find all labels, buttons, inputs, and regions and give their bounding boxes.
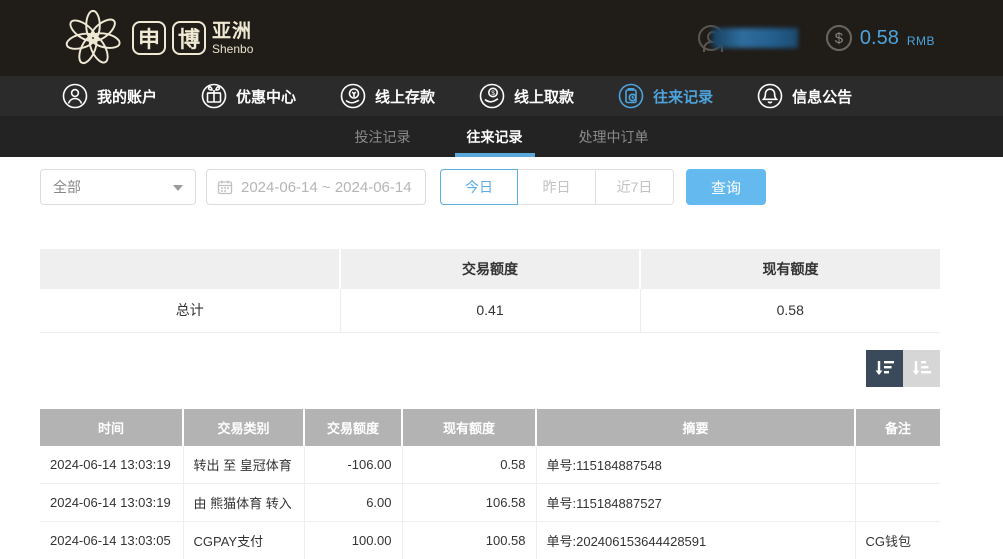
quick-btn-yesterday[interactable]: 昨日 (518, 169, 596, 205)
col-header-time: 时间 (40, 409, 183, 446)
summary-header-empty (40, 249, 340, 289)
user-icon (62, 83, 88, 109)
cell-transaction-amount: -106.00 (304, 446, 402, 484)
cell-current-amount: 0.58 (402, 446, 536, 484)
filter-row: 全部 2024-06-14 ~ 2024-06-14 今日 昨日 近7日 查询 (40, 169, 1003, 205)
cell-type: 转出 至 皇冠体育 (183, 446, 304, 484)
nav-label: 线上取款 (514, 86, 574, 107)
nav-label: 往来记录 (653, 86, 713, 107)
cell-note: CG钱包 (855, 522, 940, 559)
site-header: 申 博 亚洲 Shenbo $ 0.58 RMB (0, 0, 1003, 76)
nav-item-announcements[interactable]: 信息公告 (757, 83, 852, 109)
sort-controls (40, 350, 940, 387)
col-header-type: 交易类别 (183, 409, 304, 446)
balance-amount: 0.58 (860, 27, 899, 50)
quick-btn-today[interactable]: 今日 (440, 169, 518, 205)
summary-table: 交易额度 现有额度 总计 0.41 0.58 (40, 249, 940, 333)
nav-label: 线上存款 (375, 86, 435, 107)
summary-transaction-amount: 0.41 (340, 289, 640, 332)
sort-ascending-icon (910, 357, 933, 380)
nav-item-promotions[interactable]: 优惠中心 (201, 83, 296, 109)
username-redacted (712, 28, 798, 48)
logo-char-shen: 申 (132, 21, 166, 55)
summary-header-transaction: 交易额度 (340, 249, 640, 289)
tab-transaction-records[interactable]: 往来记录 (453, 116, 537, 157)
tab-betting-records[interactable]: 投注记录 (341, 116, 425, 157)
sub-nav: 投注记录 往来记录 处理中订单 (0, 116, 1003, 157)
cell-time: 2024-06-14 13:03:19 (40, 446, 183, 484)
summary-total-row: 总计 0.41 0.58 (40, 289, 940, 332)
nav-label: 信息公告 (792, 86, 852, 107)
dollar-coin-icon: $ (826, 25, 852, 51)
nav-label: 我的账户 (97, 86, 157, 107)
main-nav: 我的账户 优惠中心 线上存款 $ 线上取款 往来记录 信息公告 (0, 76, 1003, 116)
deposit-coin-icon (340, 83, 366, 109)
balance-display: $ 0.58 RMB (826, 25, 935, 51)
table-row: 2024-06-14 13:03:05 CGPAY支付 100.00 100.5… (40, 522, 940, 559)
cell-summary: 单号:202406153644428591 (536, 522, 855, 559)
cell-type: CGPAY支付 (183, 522, 304, 559)
nav-item-withdraw[interactable]: $ 线上取款 (479, 83, 574, 109)
cell-type: 由 熊猫体育 转入 (183, 484, 304, 522)
cell-note (855, 484, 940, 522)
col-header-current-amount: 现有额度 (402, 409, 536, 446)
cell-transaction-amount: 6.00 (304, 484, 402, 522)
summary-header-row: 交易额度 现有额度 (40, 249, 940, 289)
type-select[interactable]: 全部 (40, 169, 196, 205)
withdraw-coin-icon: $ (479, 83, 505, 109)
col-header-transaction-amount: 交易额度 (304, 409, 402, 446)
table-row: 2024-06-14 13:03:19 转出 至 皇冠体育 -106.00 0.… (40, 446, 940, 484)
records-clipboard-icon (618, 83, 644, 109)
logo-region-text: 亚洲 (212, 22, 253, 41)
cell-transaction-amount: 100.00 (304, 522, 402, 559)
date-range-value: 2024-06-14 ~ 2024-06-14 (241, 179, 412, 196)
balance-currency: RMB (907, 29, 935, 48)
summary-header-current: 现有额度 (640, 249, 940, 289)
sort-descending-button[interactable] (866, 350, 903, 387)
table-row: 2024-06-14 13:03:19 由 熊猫体育 转入 6.00 106.5… (40, 484, 940, 522)
nav-item-my-account[interactable]: 我的账户 (62, 83, 157, 109)
nav-item-deposit[interactable]: 线上存款 (340, 83, 435, 109)
quick-date-group: 今日 昨日 近7日 (440, 169, 674, 205)
quick-btn-last-7-days[interactable]: 近7日 (596, 169, 674, 205)
type-select-value: 全部 (53, 177, 81, 197)
records-table: 时间 交易类别 交易额度 现有额度 摘要 备注 2024-06-14 13:03… (40, 409, 940, 559)
cell-time: 2024-06-14 13:03:05 (40, 522, 183, 559)
cell-current-amount: 106.58 (402, 484, 536, 522)
sort-descending-icon (873, 357, 896, 380)
gift-icon (201, 83, 227, 109)
records-header-row: 时间 交易类别 交易额度 现有额度 摘要 备注 (40, 409, 940, 446)
cell-current-amount: 100.58 (402, 522, 536, 559)
calendar-icon (217, 179, 233, 195)
chevron-down-icon (173, 185, 183, 191)
logo-char-bo: 博 (172, 21, 206, 55)
cell-summary: 单号:115184887548 (536, 446, 855, 484)
sort-ascending-button[interactable] (903, 350, 940, 387)
summary-total-label: 总计 (40, 289, 340, 332)
logo-subtitle: Shenbo (212, 43, 253, 55)
col-header-summary: 摘要 (536, 409, 855, 446)
tab-pending-orders[interactable]: 处理中订单 (565, 116, 663, 157)
cell-note (855, 446, 940, 484)
content-area: 全部 2024-06-14 ~ 2024-06-14 今日 昨日 近7日 查询 … (0, 157, 1003, 559)
search-button[interactable]: 查询 (686, 169, 766, 205)
flower-logo-icon (62, 7, 124, 69)
svg-text:$: $ (491, 90, 495, 97)
cell-time: 2024-06-14 13:03:19 (40, 484, 183, 522)
date-range-input[interactable]: 2024-06-14 ~ 2024-06-14 (206, 169, 426, 205)
nav-label: 优惠中心 (236, 86, 296, 107)
site-logo: 申 博 亚洲 Shenbo (62, 7, 253, 69)
summary-current-amount: 0.58 (640, 289, 940, 332)
cell-summary: 单号:115184887527 (536, 484, 855, 522)
nav-item-transaction-records[interactable]: 往来记录 (618, 83, 713, 109)
user-account (698, 25, 798, 51)
bell-icon (757, 83, 783, 109)
col-header-note: 备注 (855, 409, 940, 446)
